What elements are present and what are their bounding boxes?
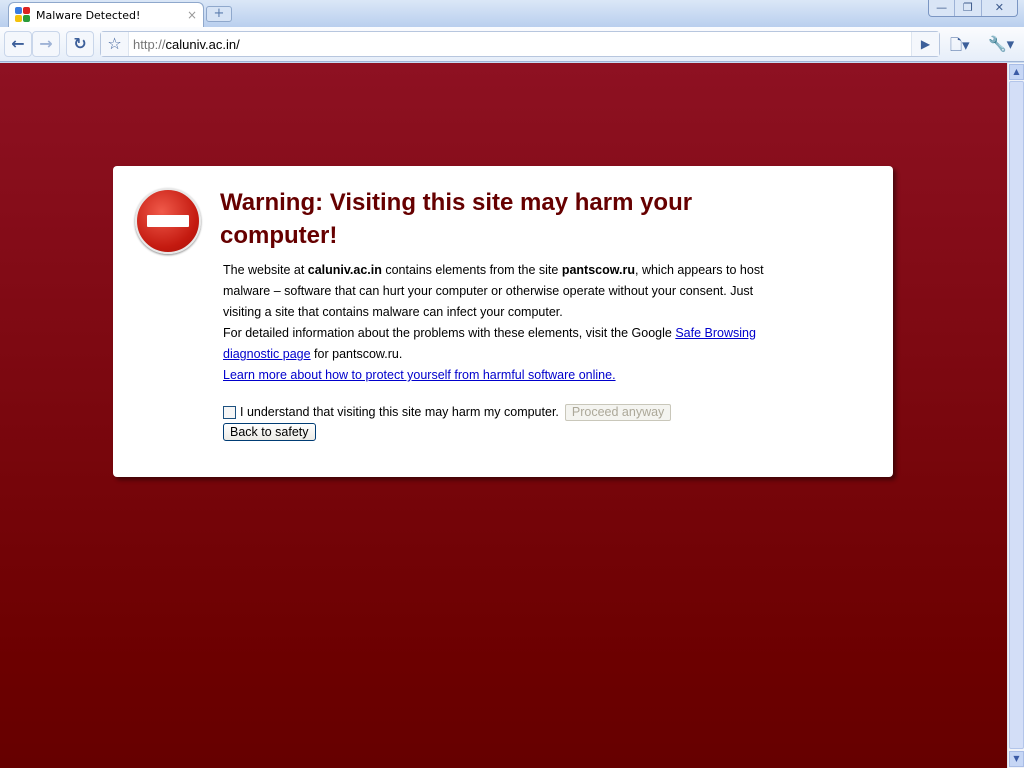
favicon-icon [15, 7, 31, 23]
toolbar: ← → ↻ ☆ http://caluniv.ac.in/ ▶ 🗋▾ 🔧▾ [0, 27, 1024, 62]
tab-close-icon[interactable]: × [187, 8, 197, 22]
back-to-safety-button[interactable]: Back to safety [223, 423, 316, 441]
tab-title: Malware Detected! [36, 8, 141, 22]
proceed-anyway-button[interactable]: Proceed anyway [564, 403, 672, 421]
page-content: Warning: Visiting this site may harm you… [0, 63, 1007, 768]
scroll-up-icon[interactable]: ▲ [1009, 64, 1024, 80]
address-bar[interactable]: ☆ http://caluniv.ac.in/ ▶ [100, 31, 940, 57]
title-bar: Malware Detected! × + — ❐ ✕ [0, 0, 1024, 27]
restore-button[interactable]: ❐ [954, 0, 980, 16]
minimize-button[interactable]: — [929, 0, 954, 16]
url-input[interactable]: http://caluniv.ac.in/ [129, 37, 911, 52]
forward-arrow-icon[interactable]: → [32, 31, 60, 57]
learn-more-link[interactable]: Learn more about how to protect yourself… [223, 368, 616, 382]
tab-malware-detected[interactable]: Malware Detected! × [8, 2, 204, 27]
stop-sign-icon [135, 188, 201, 254]
warning-body: The website at caluniv.ac.in contains el… [223, 260, 793, 386]
reload-icon[interactable]: ↻ [66, 31, 94, 57]
wrench-menu-icon[interactable]: 🔧▾ [988, 35, 1014, 53]
new-tab-button[interactable]: + [206, 6, 232, 22]
vertical-scrollbar[interactable]: ▲ ▼ [1007, 63, 1024, 768]
warning-paragraph: The website at caluniv.ac.in contains el… [223, 263, 764, 319]
understand-checkbox[interactable] [223, 405, 236, 419]
go-arrow-icon[interactable]: ▶ [911, 32, 939, 56]
scroll-down-icon[interactable]: ▼ [1009, 751, 1024, 767]
close-button[interactable]: ✕ [980, 0, 1017, 16]
malware-warning-card: Warning: Visiting this site may harm you… [113, 166, 893, 477]
star-icon[interactable]: ☆ [101, 32, 129, 56]
window-controls: — ❐ ✕ [928, 0, 1018, 17]
warning-headline: Warning: Visiting this site may harm you… [220, 189, 693, 249]
diagnostic-paragraph: For detailed information about the probl… [223, 326, 756, 361]
scrollbar-thumb[interactable] [1009, 81, 1024, 749]
checkbox-label: I understand that visiting this site may… [240, 405, 559, 419]
page-menu-icon[interactable]: 🗋▾ [950, 35, 970, 60]
back-arrow-icon[interactable]: ← [4, 31, 32, 57]
actions: I understand that visiting this site may… [223, 402, 672, 442]
